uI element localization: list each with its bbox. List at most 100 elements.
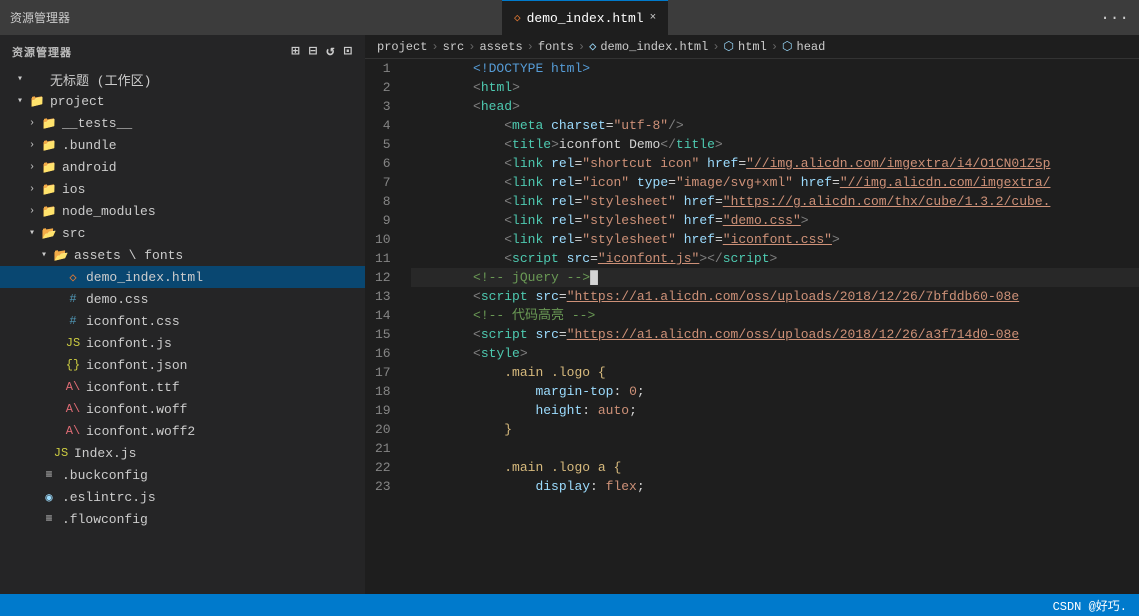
sidebar-item-tests[interactable]: › 📁 __tests__: [0, 112, 365, 134]
code-line: [411, 439, 1139, 458]
sidebar-item-demo-css[interactable]: # demo.css: [0, 288, 365, 310]
code-line: margin-top: 0;: [411, 382, 1139, 401]
sidebar-item-ios[interactable]: › 📁 ios: [0, 178, 365, 200]
sidebar-item-label: ios: [62, 182, 85, 197]
sidebar-item-demo-index[interactable]: ◇ demo_index.html: [0, 266, 365, 288]
token: [793, 173, 801, 192]
collapse-button[interactable]: ⊡: [344, 43, 353, 60]
sidebar-item-iconfont-js[interactable]: JS iconfont.js: [0, 332, 365, 354]
token: iconfont Demo: [559, 135, 660, 154]
breadcrumb-bar: project › src › assets › fonts › ◇ demo_…: [365, 35, 1139, 59]
sidebar-item-buckconfig[interactable]: ≡ .buckconfig: [0, 464, 365, 486]
sidebar-item-label: .flowconfig: [62, 512, 148, 527]
tab-label: demo_index.html: [527, 11, 644, 26]
token: =: [559, 287, 567, 306]
sidebar-item-iconfont-ttf[interactable]: A\ iconfont.ttf: [0, 376, 365, 398]
spacer: [48, 316, 64, 327]
sidebar-item-iconfont-woff2[interactable]: A\ iconfont.woff2: [0, 420, 365, 442]
tab-close-button[interactable]: ×: [650, 12, 657, 24]
chevron-right-icon: ›: [24, 162, 40, 173]
sidebar-item-bundle[interactable]: › 📁 .bundle: [0, 134, 365, 156]
line-number: 22: [375, 458, 391, 477]
code-editor[interactable]: 1234567891011121314151617181920212223 <!…: [365, 59, 1139, 594]
token: }: [504, 420, 512, 439]
token: <: [504, 154, 512, 173]
token: <: [473, 344, 481, 363]
token: >: [512, 78, 520, 97]
token: =: [715, 230, 723, 249]
sidebar-item-label: node_modules: [62, 204, 156, 219]
token: script: [512, 249, 559, 268]
token: <: [504, 211, 512, 230]
sidebar-item-index-js[interactable]: JS Index.js: [0, 442, 365, 464]
sidebar-item-assets-fonts[interactable]: ▾ 📂 assets \ fonts: [0, 244, 365, 266]
breadcrumb-head-icon: ⬡: [782, 39, 792, 54]
chevron-down-icon: ▾: [12, 95, 28, 107]
token: [528, 325, 536, 344]
token: "//img.alicdn.com/imgextra/i4/O1CN01Z5p: [746, 154, 1050, 173]
token: src: [535, 325, 558, 344]
spacer: [24, 514, 40, 525]
token: [676, 211, 684, 230]
token: <: [473, 78, 481, 97]
more-actions-button[interactable]: ···: [1100, 9, 1129, 27]
token: <: [473, 325, 481, 344]
code-line: <link rel="icon" type="image/svg+xml" hr…: [411, 173, 1139, 192]
token: [411, 401, 536, 420]
token: margin-top: [535, 382, 613, 401]
token: href: [801, 173, 832, 192]
token: link: [512, 211, 543, 230]
sidebar-item-flowconfig[interactable]: ≡ .flowconfig: [0, 508, 365, 530]
token: script: [481, 325, 528, 344]
token: [411, 116, 505, 135]
token: =: [590, 249, 598, 268]
editor-area: project › src › assets › fonts › ◇ demo_…: [365, 35, 1139, 594]
breadcrumb-fonts: fonts: [538, 40, 574, 54]
code-lines[interactable]: <!DOCTYPE html> <html> <head> <meta char…: [407, 59, 1139, 594]
line-number: 15: [375, 325, 391, 344]
sidebar-item-node-modules[interactable]: › 📁 node_modules: [0, 200, 365, 222]
sidebar-item-project[interactable]: ▾ 📁 project: [0, 90, 365, 112]
token: .main .logo a {: [504, 458, 621, 477]
font-file-icon: A\: [64, 380, 82, 394]
sidebar-item-iconfont-woff[interactable]: A\ iconfont.woff: [0, 398, 365, 420]
new-file-button[interactable]: ⊞: [291, 43, 300, 60]
token: [411, 363, 505, 382]
token: =: [574, 230, 582, 249]
code-line: <script src="https://a1.alicdn.com/oss/u…: [411, 325, 1139, 344]
token: =: [574, 154, 582, 173]
config-file-icon: ≡: [40, 468, 58, 482]
token: link: [512, 173, 543, 192]
sidebar-item-label: assets \ fonts: [74, 248, 183, 263]
chevron-right-icon: ›: [24, 184, 40, 195]
token: type: [637, 173, 668, 192]
sidebar-item-src[interactable]: ▾ 📂 src: [0, 222, 365, 244]
token: [676, 192, 684, 211]
css-file-icon: #: [64, 314, 82, 328]
token: =: [574, 192, 582, 211]
token: >: [801, 211, 809, 230]
refresh-button[interactable]: ↺: [326, 43, 335, 60]
sidebar-item-iconfont-css[interactable]: # iconfont.css: [0, 310, 365, 332]
token: display: [535, 477, 590, 496]
sidebar-item-eslintrc[interactable]: ◉ .eslintrc.js: [0, 486, 365, 508]
code-line: <!DOCTYPE html>: [411, 59, 1139, 78]
workspace-item[interactable]: ▾ 无标题 (工作区): [0, 68, 365, 90]
new-folder-button[interactable]: ⊟: [309, 43, 318, 60]
token: =: [668, 173, 676, 192]
folder-icon: 📁: [40, 182, 58, 197]
sidebar-item-iconfont-json[interactable]: {} iconfont.json: [0, 354, 365, 376]
token: ;: [637, 477, 645, 496]
js-file-icon: JS: [52, 446, 70, 460]
token: link: [512, 230, 543, 249]
sidebar-item-android[interactable]: › 📁 android: [0, 156, 365, 178]
token: [411, 325, 473, 344]
sidebar-title: 资源管理器: [12, 44, 72, 60]
token: >: [770, 249, 778, 268]
spacer: [48, 294, 64, 305]
token: <: [473, 287, 481, 306]
code-line: height: auto;: [411, 401, 1139, 420]
line-number: 11: [375, 249, 391, 268]
token: [699, 154, 707, 173]
editor-tab[interactable]: ◇ demo_index.html ×: [502, 0, 668, 35]
